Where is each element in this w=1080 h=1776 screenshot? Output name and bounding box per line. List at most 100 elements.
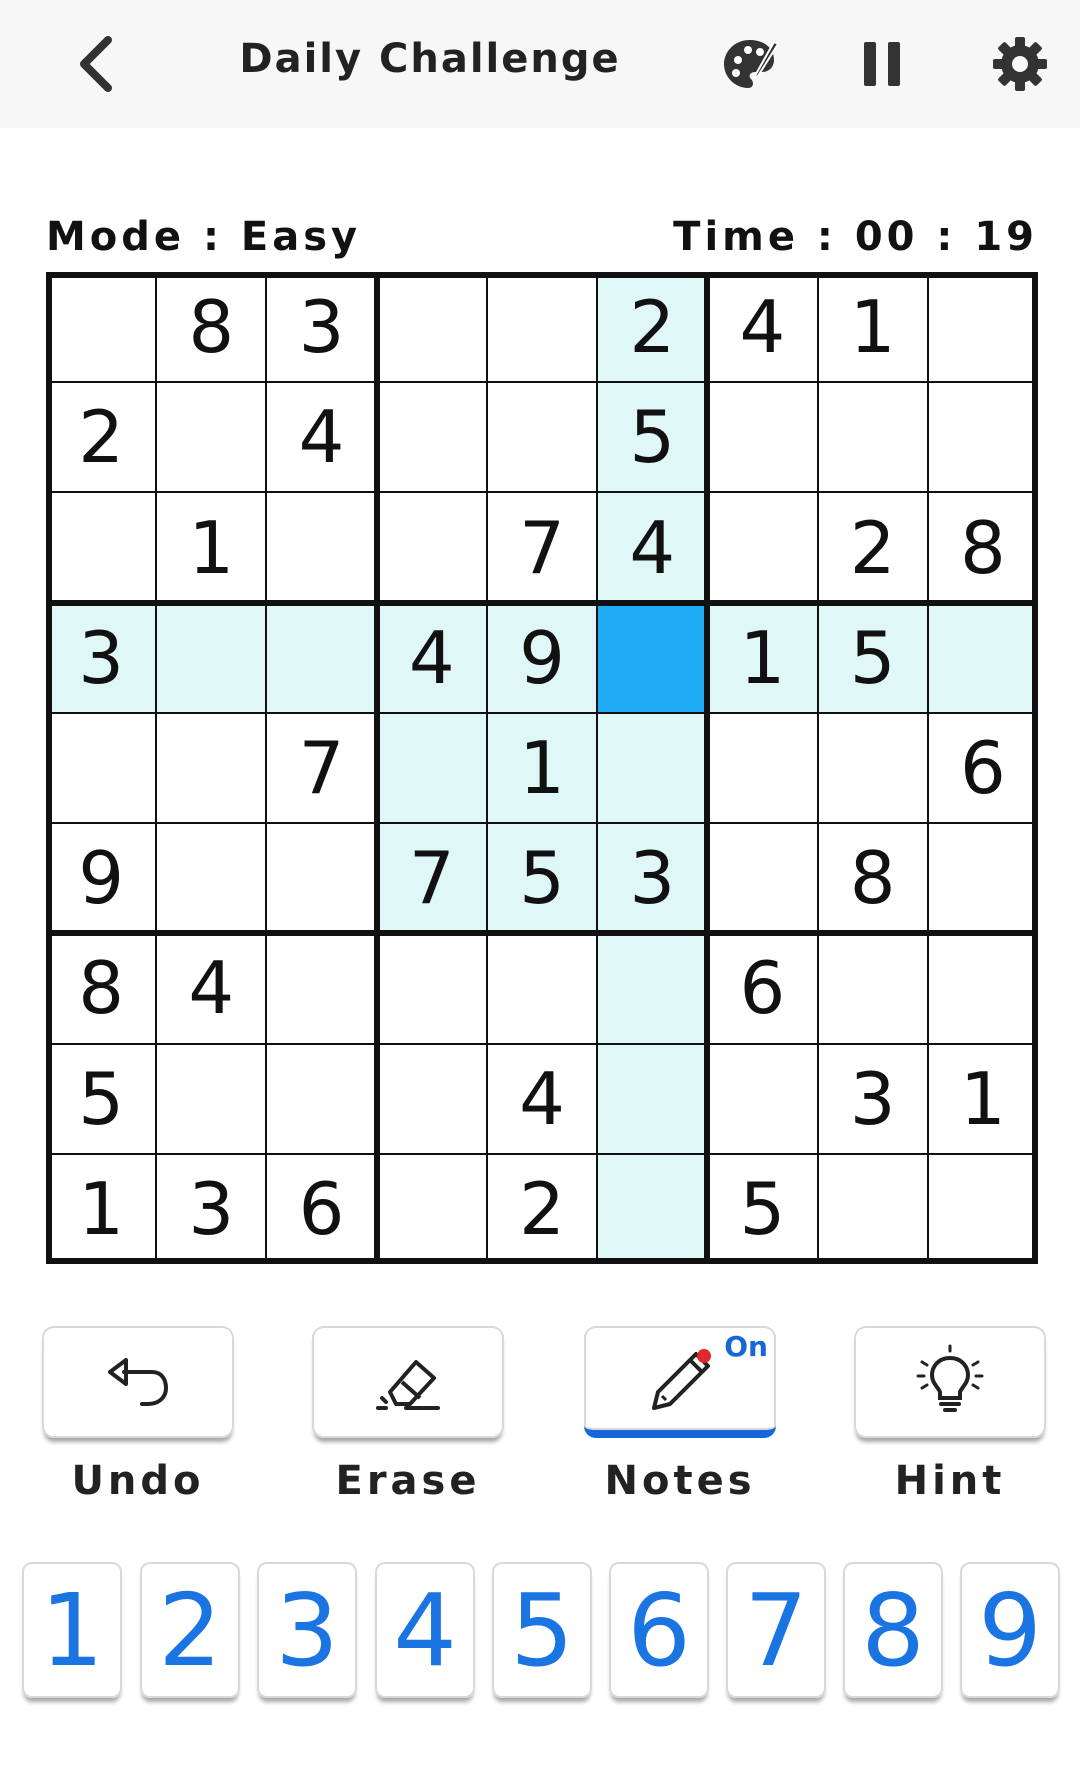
number-key-4[interactable]: 4	[375, 1562, 475, 1698]
notes-label: Notes	[604, 1458, 756, 1504]
board-cell-r8-c2[interactable]	[156, 1044, 266, 1154]
number-key-9[interactable]: 9	[960, 1562, 1060, 1698]
board-cell-r2-c4[interactable]	[377, 382, 487, 492]
hint-button[interactable]	[854, 1326, 1046, 1438]
board-cell-r9-c9[interactable]	[928, 1154, 1038, 1264]
board-cell-r2-c3[interactable]: 4	[266, 382, 376, 492]
board-cell-r9-c7[interactable]: 5	[707, 1154, 817, 1264]
back-button[interactable]	[60, 28, 132, 100]
board-cell-r9-c1[interactable]: 1	[46, 1154, 156, 1264]
board-cell-r6-c8[interactable]: 8	[818, 823, 928, 933]
board-cell-r3-c1[interactable]	[46, 492, 156, 602]
number-key-6[interactable]: 6	[609, 1562, 709, 1698]
board-cell-r1-c1[interactable]	[46, 272, 156, 382]
board-cell-r8-c4[interactable]	[377, 1044, 487, 1154]
board-cell-r6-c2[interactable]	[156, 823, 266, 933]
board-cell-r7-c8[interactable]	[818, 933, 928, 1043]
board-cell-r4-c2[interactable]	[156, 602, 267, 713]
board-cell-r4-c1[interactable]: 3	[46, 602, 157, 713]
board-cell-r4-c3[interactable]	[266, 602, 377, 713]
board-cell-r6-c5[interactable]: 5	[486, 823, 598, 934]
board-cell-r7-c3[interactable]	[266, 933, 376, 1043]
board-cell-r2-c6[interactable]: 5	[597, 382, 708, 493]
board-cell-r7-c4[interactable]	[377, 933, 487, 1043]
board-cell-r6-c9[interactable]	[928, 823, 1038, 933]
board-cell-r5-c6[interactable]	[597, 712, 708, 824]
board-cell-r4-c4[interactable]: 4	[376, 602, 487, 713]
board-cell-r9-c5[interactable]: 2	[487, 1154, 597, 1264]
board-cell-r1-c3[interactable]: 3	[266, 272, 376, 382]
board-cell-r1-c4[interactable]	[377, 272, 487, 382]
number-key-3[interactable]: 3	[257, 1562, 357, 1698]
board-cell-r6-c6[interactable]: 3	[597, 823, 708, 934]
board-cell-r6-c7[interactable]	[707, 823, 817, 933]
board-cell-r3-c7[interactable]	[707, 492, 817, 602]
board-cell-r4-c8[interactable]: 5	[817, 602, 928, 713]
notes-button[interactable]: On	[584, 1326, 776, 1438]
board-cell-r9-c8[interactable]	[818, 1154, 928, 1264]
board-cell-r1-c9[interactable]	[928, 272, 1038, 382]
board-cell-r2-c8[interactable]	[818, 382, 928, 492]
number-key-1[interactable]: 1	[22, 1562, 122, 1698]
board-cell-r9-c6[interactable]	[597, 1153, 708, 1264]
board-cell-r1-c8[interactable]: 1	[818, 272, 928, 382]
pause-button[interactable]	[844, 26, 920, 102]
board-cell-r2-c7[interactable]	[707, 382, 817, 492]
board-cell-r4-c5[interactable]: 9	[486, 602, 598, 713]
board-cell-r3-c4[interactable]	[377, 492, 487, 602]
board-cell-r2-c9[interactable]	[928, 382, 1038, 492]
board-cell-r5-c9[interactable]: 6	[928, 713, 1038, 823]
board-cell-r3-c9[interactable]: 8	[928, 492, 1038, 602]
board-cell-r4-c7[interactable]: 1	[707, 602, 818, 713]
board-cell-r5-c2[interactable]	[156, 713, 266, 823]
board-cell-r1-c5[interactable]	[487, 272, 597, 382]
board-cell-r8-c6[interactable]	[597, 1043, 708, 1154]
board-cell-r8-c7[interactable]	[707, 1044, 817, 1154]
board-cell-r5-c1[interactable]	[46, 713, 156, 823]
board-cell-r8-c9[interactable]: 1	[928, 1044, 1038, 1154]
board-cell-r7-c5[interactable]	[487, 933, 597, 1043]
board-cell-r9-c4[interactable]	[377, 1154, 487, 1264]
erase-button[interactable]	[312, 1326, 504, 1438]
board-cell-r6-c4[interactable]: 7	[376, 823, 487, 934]
theme-button[interactable]	[714, 26, 790, 102]
board-cell-r3-c2[interactable]: 1	[156, 492, 266, 602]
board-cell-r6-c3[interactable]	[266, 823, 376, 933]
board-cell-r1-c2[interactable]: 8	[156, 272, 266, 382]
board-cell-r5-c7[interactable]	[707, 713, 817, 823]
board-cell-r7-c7[interactable]: 6	[707, 933, 817, 1043]
board-cell-r5-c4[interactable]	[376, 712, 487, 824]
board-cell-r2-c2[interactable]	[156, 382, 266, 492]
board-cell-r5-c5[interactable]: 1	[486, 712, 598, 824]
board-cell-r3-c3[interactable]	[266, 492, 376, 602]
board-cell-r4-c6[interactable]	[597, 602, 708, 713]
board-cell-r2-c5[interactable]	[487, 382, 597, 492]
number-key-2[interactable]: 2	[140, 1562, 240, 1698]
board-cell-r7-c1[interactable]: 8	[46, 933, 156, 1043]
board-cell-r3-c6[interactable]: 4	[597, 492, 708, 603]
board-cell-r4-c9[interactable]	[927, 602, 1038, 713]
board-cell-r7-c2[interactable]: 4	[156, 933, 266, 1043]
board-cell-r8-c1[interactable]: 5	[46, 1044, 156, 1154]
board-cell-r5-c8[interactable]	[818, 713, 928, 823]
settings-button[interactable]	[982, 26, 1058, 102]
board-cell-r5-c3[interactable]: 7	[266, 713, 376, 823]
board-cell-r9-c2[interactable]: 3	[156, 1154, 266, 1264]
board-cell-r8-c3[interactable]	[266, 1044, 376, 1154]
board-cell-r7-c9[interactable]	[928, 933, 1038, 1043]
board-cell-r8-c8[interactable]: 3	[818, 1044, 928, 1154]
undo-button[interactable]	[42, 1326, 234, 1438]
board-cell-r3-c5[interactable]: 7	[487, 492, 597, 602]
board-cell-r1-c7[interactable]: 4	[707, 272, 817, 382]
board-cell-r2-c1[interactable]: 2	[46, 382, 156, 492]
board-cell-r1-c6[interactable]: 2	[597, 272, 708, 383]
board-cell-r6-c1[interactable]: 9	[46, 823, 156, 933]
board-cell-r8-c5[interactable]: 4	[487, 1044, 597, 1154]
board-cell-r7-c6[interactable]	[597, 933, 708, 1044]
board-cell-r3-c8[interactable]: 2	[818, 492, 928, 602]
board-cell-r9-c3[interactable]: 6	[266, 1154, 376, 1264]
number-key-7[interactable]: 7	[726, 1562, 826, 1698]
grid-line-horizontal	[46, 599, 1038, 606]
number-key-8[interactable]: 8	[843, 1562, 943, 1698]
number-key-5[interactable]: 5	[492, 1562, 592, 1698]
